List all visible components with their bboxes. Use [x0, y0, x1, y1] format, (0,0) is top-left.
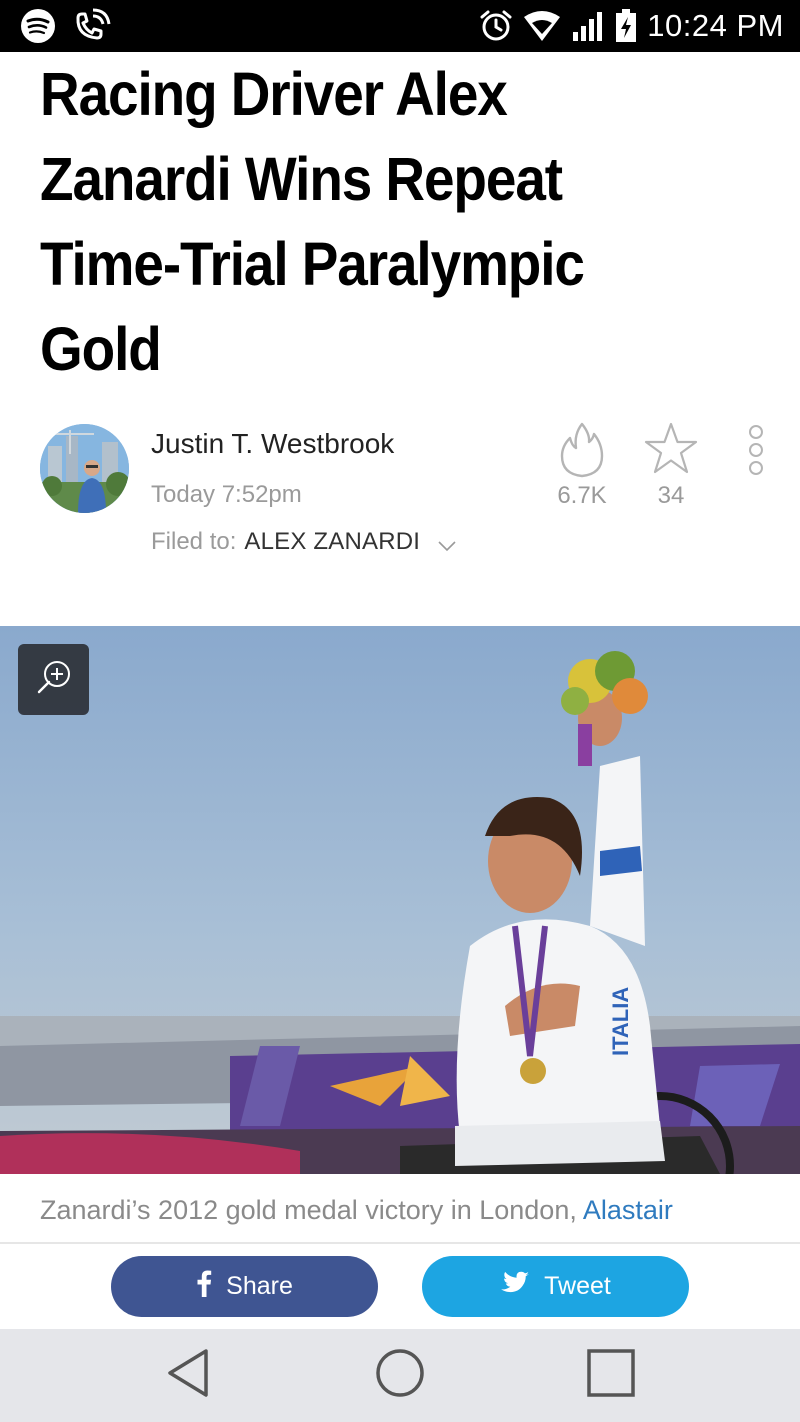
tweet-button[interactable]: Tweet	[422, 1256, 689, 1317]
hot-count: 6.7K	[557, 482, 607, 509]
back-icon	[166, 1348, 210, 1403]
chevron-down-icon[interactable]	[438, 531, 456, 559]
recents-icon	[586, 1348, 636, 1403]
facebook-share-button[interactable]: Share	[111, 1256, 378, 1317]
wifi-icon	[523, 10, 561, 42]
share-label: Share	[226, 1272, 293, 1300]
home-icon	[374, 1347, 426, 1404]
status-time: 10:24 PM	[647, 8, 784, 43]
alarm-icon	[479, 9, 513, 43]
jersey-text: ITALIA	[608, 987, 633, 1056]
system-nav-bar	[0, 1329, 800, 1422]
zoom-in-icon	[36, 659, 72, 700]
filed-to: Filed to: ALEX ZANARDI	[151, 525, 456, 559]
facebook-icon	[196, 1269, 212, 1304]
recents-button[interactable]	[561, 1329, 661, 1422]
filed-prefix: Filed to:	[151, 528, 237, 555]
star-stat[interactable]: 34	[641, 422, 701, 510]
author-name[interactable]: Justin T. Westbrook	[151, 428, 394, 460]
status-bar: 10:24 PM	[0, 0, 800, 52]
photo-caption: Zanardi’s 2012 gold medal victory in Lon…	[40, 1195, 673, 1226]
wifi-calling-icon	[72, 8, 112, 44]
tweet-label: Tweet	[544, 1272, 611, 1300]
twitter-icon	[500, 1271, 530, 1302]
publish-date: Today 7:52pm	[151, 481, 302, 508]
author-avatar[interactable]	[40, 424, 129, 513]
article-title: Racing Driver Alex Zanardi Wins Repeat T…	[40, 60, 585, 383]
flame-icon	[552, 422, 612, 478]
caption-text: Zanardi’s 2012 gold medal victory in Lon…	[40, 1195, 577, 1225]
hot-stat[interactable]: 6.7K	[552, 422, 612, 510]
zoom-in-button[interactable]	[18, 644, 89, 715]
star-icon	[641, 422, 701, 476]
signal-icon	[571, 10, 605, 42]
spotify-icon	[20, 8, 56, 44]
battery-charging-icon	[615, 9, 637, 43]
home-button[interactable]	[350, 1329, 450, 1422]
more-options-icon[interactable]	[742, 423, 770, 481]
star-count: 34	[657, 482, 685, 509]
article-photo[interactable]: ITALIA	[0, 626, 800, 1174]
filed-tag-link[interactable]: ALEX ZANARDI	[244, 528, 420, 556]
back-button[interactable]	[138, 1329, 238, 1422]
caption-credit-link[interactable]: Alastair	[583, 1195, 673, 1225]
